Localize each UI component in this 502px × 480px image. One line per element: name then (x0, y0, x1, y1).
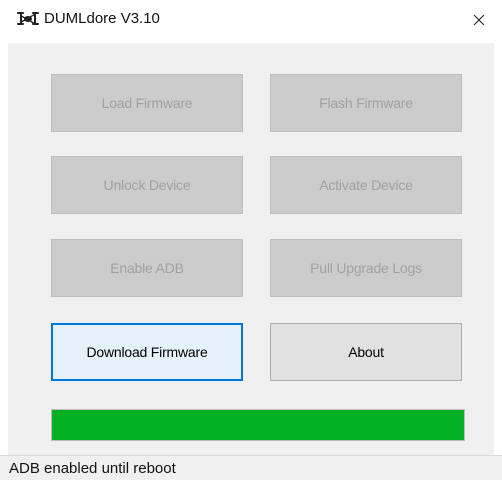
close-button[interactable] (456, 0, 502, 40)
drone-icon (17, 11, 39, 27)
pull-upgrade-logs-button[interactable]: Pull Upgrade Logs (270, 239, 462, 297)
unlock-device-button[interactable]: Unlock Device (51, 156, 243, 214)
download-firmware-button[interactable]: Download Firmware (51, 323, 243, 381)
main-panel: Load Firmware Flash Firmware Unlock Devi… (8, 43, 494, 455)
close-icon (473, 14, 485, 26)
activate-device-button[interactable]: Activate Device (270, 156, 462, 214)
title-bar: DUMLdore V3.10 (0, 0, 502, 40)
status-text: ADB enabled until reboot (9, 460, 176, 477)
status-bar: ADB enabled until reboot (0, 455, 502, 480)
about-button[interactable]: About (270, 323, 462, 381)
dumldore-window: DUMLdore V3.10 Load Firmware Flash Firmw… (0, 0, 502, 480)
window-title: DUMLdore V3.10 (44, 10, 160, 27)
progress-bar (51, 409, 465, 441)
flash-firmware-button[interactable]: Flash Firmware (270, 74, 462, 132)
enable-adb-button[interactable]: Enable ADB (51, 239, 243, 297)
progress-bar-fill (52, 410, 464, 440)
load-firmware-button[interactable]: Load Firmware (51, 74, 243, 132)
